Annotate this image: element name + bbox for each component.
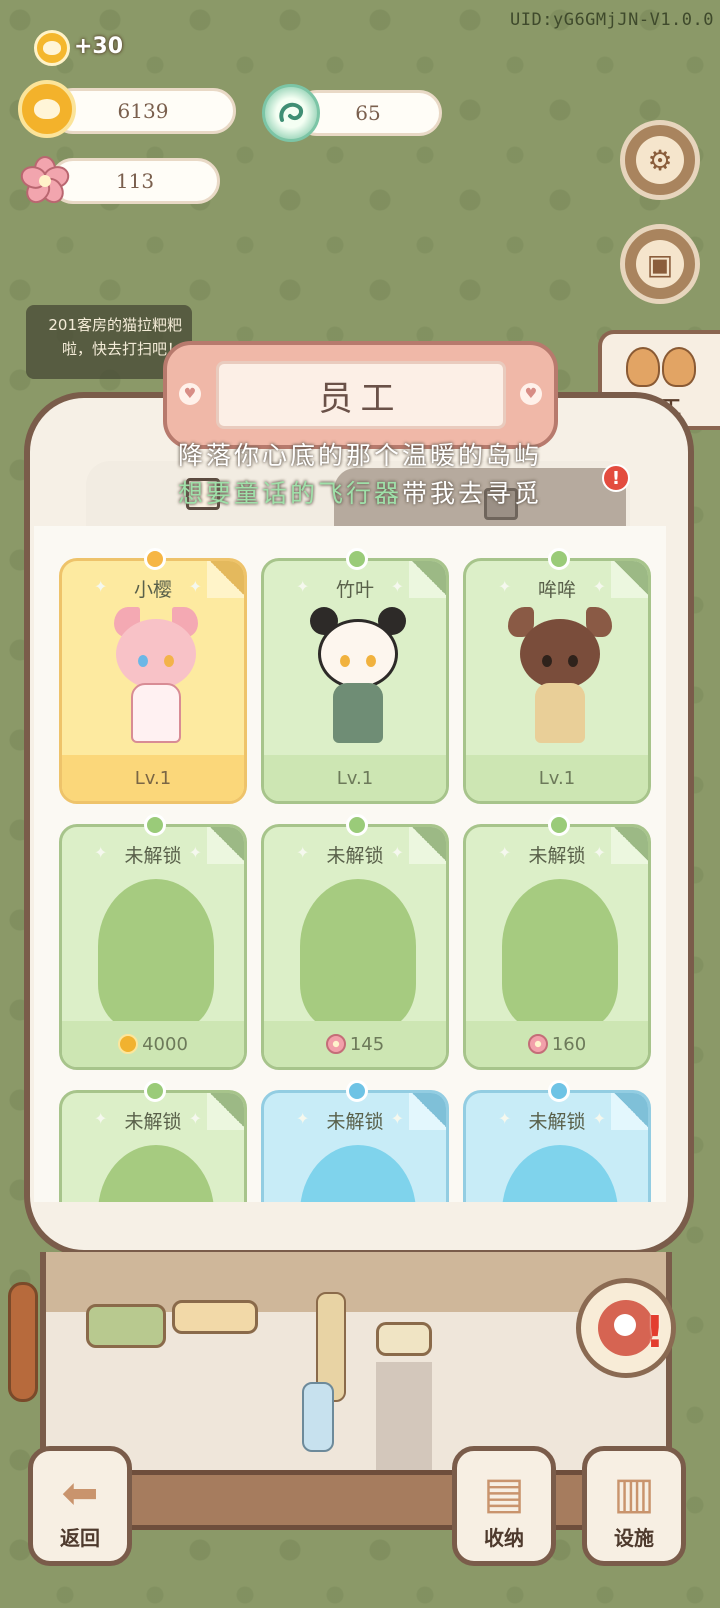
book-frame [60, 1470, 660, 1530]
heart-icon: ♥ [179, 383, 201, 405]
card-pin [548, 814, 570, 836]
staff-card-name: 小樱 [133, 579, 172, 601]
unlock-cost: 4000 [62, 1021, 244, 1067]
card-pin [346, 1080, 368, 1102]
bonus-coin-icon [34, 30, 70, 66]
unlock-cost: 160 [466, 1021, 648, 1067]
staff-card-xiaoying[interactable]: ✦ ✦ 小樱 Lv.1 [59, 558, 247, 804]
locked-silhouette [502, 879, 618, 1031]
facilities-button-label: 设施 [614, 1526, 654, 1550]
panel-title-plate: ♥ 员工 ♥ [163, 341, 558, 449]
card-pin [144, 814, 166, 836]
card-pin [144, 548, 166, 570]
uid-label: UID:yG6GMjJN-V1.0.0 [510, 10, 714, 30]
lyric-line-2-highlight: 想要童话的飞行器 [177, 479, 402, 508]
staff-card-level: Lv.1 [62, 755, 244, 801]
gear-icon: ⚙ [636, 136, 684, 184]
storage-button-label: 收纳 [484, 1526, 524, 1550]
room-scene[interactable] [40, 1252, 672, 1482]
sakura-counter: 113 [50, 158, 220, 204]
back-button-label: 返回 [60, 1526, 100, 1550]
card-pin [346, 814, 368, 836]
box-icon: ▤ [483, 1468, 525, 1519]
table [172, 1300, 258, 1334]
staff-card-locked[interactable]: ✦ ✦ 未解锁 145 [261, 824, 449, 1070]
panel-title: 员工 [215, 361, 506, 429]
staff-card-name: 未解锁 [528, 1111, 586, 1133]
moumou-portrait [500, 607, 620, 757]
locked-silhouette [300, 879, 416, 1031]
storage-button[interactable]: ▤ 收纳 [452, 1446, 556, 1566]
zhuye-portrait [298, 607, 418, 757]
staff-card-name: 未解锁 [124, 1111, 182, 1133]
staff-card-locked[interactable]: ✦ ✦ 未解锁 [59, 1090, 247, 1202]
unlock-cost-value: 145 [349, 1033, 385, 1055]
lyric-line-2-rest: 带我去寻觅 [402, 479, 543, 508]
staff-card-locked[interactable]: ✦ ✦ 未解锁 160 [463, 824, 651, 1070]
back-arrow-icon: ⬅ [61, 1468, 99, 1519]
staff-card-zhuye[interactable]: ✦ ✦ 竹叶 Lv.1 [261, 558, 449, 804]
staff-card-moumou[interactable]: ✦ ✦ 哞哞 Lv.1 [463, 558, 651, 804]
xiaoying-portrait [96, 607, 216, 757]
heart-icon: ♥ [520, 383, 542, 405]
card-pin [548, 548, 570, 570]
locked-silhouette [300, 1145, 416, 1202]
sakura-icon [16, 152, 74, 210]
locked-silhouette [502, 1145, 618, 1202]
coin-icon [18, 80, 76, 138]
locked-silhouette [98, 879, 214, 1031]
staff-card-locked[interactable]: ✦ ✦ 未解锁 4000 [59, 824, 247, 1070]
unlock-cost: 145 [264, 1021, 446, 1067]
npc-alert-button[interactable]: ! [576, 1278, 676, 1378]
staff-card-level: Lv.1 [264, 755, 446, 801]
staff-card-name: 未解锁 [326, 1111, 384, 1133]
locked-silhouette [98, 1145, 214, 1202]
card-pin [144, 1080, 166, 1102]
staff-card-name: 哞哞 [537, 579, 576, 601]
staff-card-name: 未解锁 [528, 845, 586, 867]
staff-card-name: 竹叶 [335, 579, 374, 601]
floor-tile [376, 1362, 432, 1472]
bonus-text: +30 [74, 34, 124, 59]
water-dispenser [302, 1382, 334, 1452]
staff-card-locked[interactable]: ✦ ✦ 未解锁 [463, 1090, 651, 1202]
decoration-post [8, 1282, 38, 1402]
desk [376, 1322, 432, 1356]
armchair-icon: ▥ [613, 1468, 655, 1519]
staff-card-grid: ✦ ✦ 小樱 Lv.1 ✦ ✦ 竹叶 Lv.1 ✦ ✦ 哞哞 Lv.1 ✦ ✦ … [34, 526, 666, 1202]
card-pin [548, 1080, 570, 1102]
card-album-button[interactable]: ▣ [620, 224, 700, 304]
coin-icon [118, 1034, 139, 1054]
dragon-token-icon [262, 84, 320, 142]
cards-icon: ▣ [636, 240, 684, 288]
lyric-line-1: 降落你心底的那个温暖的岛屿 [177, 441, 542, 470]
coin-counter: 6139 [50, 88, 236, 134]
card-pin [346, 548, 368, 570]
lyric-line-2: 想要童话的飞行器带我去寻觅 [0, 474, 720, 510]
sakura-icon [325, 1034, 346, 1054]
settings-gear-button[interactable]: ⚙ [620, 120, 700, 200]
gingerbread-icon [626, 347, 696, 387]
sofa [86, 1304, 166, 1348]
staff-card-level: Lv.1 [466, 755, 648, 801]
unlock-cost-value: 4000 [142, 1033, 188, 1055]
staff-card-locked[interactable]: ✦ ✦ 未解锁 [261, 1090, 449, 1202]
staff-card-name: 未解锁 [124, 845, 182, 867]
unlock-cost-value: 160 [551, 1033, 587, 1055]
staff-card-name: 未解锁 [326, 845, 384, 867]
back-button[interactable]: ⬅ 返回 [28, 1446, 132, 1566]
facilities-button[interactable]: ▥ 设施 [582, 1446, 686, 1566]
exclamation-icon: ! [644, 1307, 665, 1358]
sakura-icon [527, 1034, 548, 1054]
